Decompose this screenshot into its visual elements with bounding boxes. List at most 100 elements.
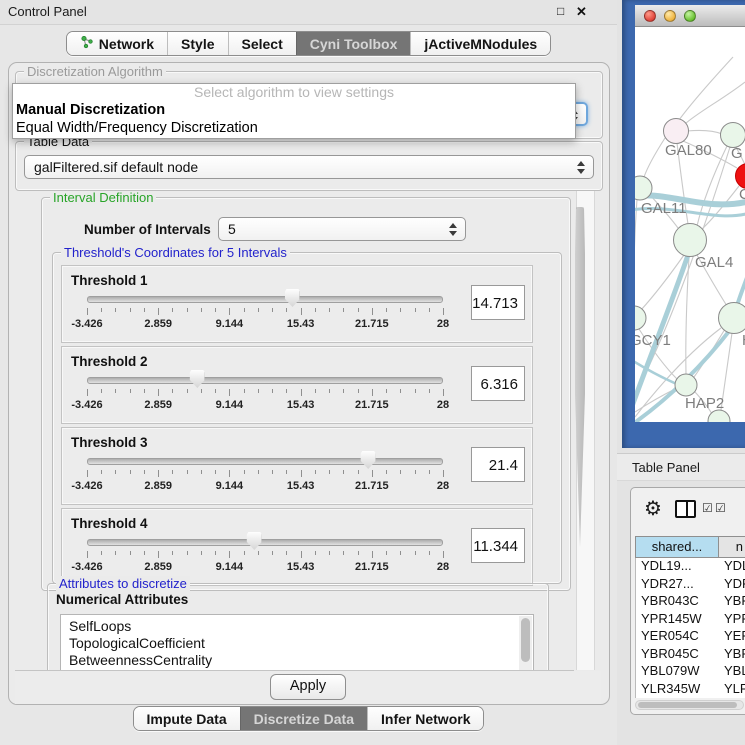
- tick-label: -3.426: [71, 318, 102, 330]
- threshold-value-box[interactable]: 11.344: [471, 528, 525, 563]
- attributes-list-scrollbar[interactable]: [519, 616, 532, 671]
- apply-row: Apply: [15, 671, 601, 704]
- node-g-partial[interactable]: [721, 123, 745, 148]
- slider-ticks: [87, 470, 443, 478]
- thresholds-group-label: Threshold's Coordinates for 5 Intervals: [61, 245, 290, 260]
- tick-label: 2.859: [144, 480, 172, 492]
- tab-label: Discretize Data: [254, 711, 354, 727]
- form-vertical-scrollbar[interactable]: [576, 191, 595, 670]
- minimize-traffic-light[interactable]: [664, 10, 676, 22]
- numerical-attributes-label: Numerical Attributes: [56, 592, 188, 607]
- threshold-slider[interactable]: -3.4262.8599.14415.4321.71528: [87, 428, 443, 504]
- threshold-value-box[interactable]: 14.713: [471, 285, 525, 320]
- tab-jactivemnodules[interactable]: jActiveMNodules: [410, 32, 550, 55]
- tick-label: -3.426: [71, 480, 102, 492]
- network-window: GAL80 G C GAL11 GAL4 GCY1 H HAP2: [635, 5, 745, 422]
- attribute-item[interactable]: TopologicalCoefficient: [69, 635, 533, 652]
- gear-icon[interactable]: ⚙: [644, 496, 662, 521]
- slider-track[interactable]: [87, 377, 443, 384]
- split-columns-icon[interactable]: [675, 500, 696, 518]
- table-row[interactable]: YPR145WYPR1: [636, 611, 745, 629]
- tick-label: 15.43: [287, 480, 315, 492]
- tab-label: jActiveMNodules: [424, 36, 537, 52]
- slider-thumb[interactable]: [190, 370, 205, 388]
- apply-button[interactable]: Apply: [270, 674, 346, 700]
- zoom-traffic-light[interactable]: [684, 10, 696, 22]
- popup-item[interactable]: Manual Discretization: [13, 101, 575, 119]
- num-intervals-select[interactable]: 5: [218, 217, 466, 241]
- popup-placeholder: Select algorithm to view settings: [13, 84, 575, 101]
- slider-track[interactable]: [87, 296, 443, 303]
- slider-track[interactable]: [87, 539, 443, 546]
- table-row[interactable]: YBR043CYBR0: [636, 593, 745, 611]
- close-traffic-light[interactable]: [644, 10, 656, 22]
- control-panel-titlebar: Control Panel □ ✕: [0, 0, 617, 25]
- table-row[interactable]: YDL19...YDL1: [636, 558, 745, 576]
- tab-discretize-data[interactable]: Discretize Data: [240, 707, 367, 730]
- node-gcy1[interactable]: [635, 306, 646, 330]
- cell-shared-name: YDL19...: [636, 558, 720, 576]
- column-header-name[interactable]: n: [719, 536, 745, 558]
- cell-name: YLR3: [720, 681, 745, 699]
- table-row[interactable]: YLR345WYLR3: [636, 681, 745, 699]
- node-red-selected[interactable]: [736, 164, 745, 189]
- network-window-titlebar: [635, 5, 745, 27]
- threshold-slider[interactable]: -3.4262.8599.14415.4321.71528: [87, 266, 443, 342]
- slider-thumb[interactable]: [247, 532, 262, 550]
- slider-thumb[interactable]: [361, 451, 376, 469]
- slider-tick-labels: -3.4262.8599.14415.4321.71528: [87, 480, 443, 492]
- tab-label: Select: [242, 36, 283, 52]
- attribute-item[interactable]: SelfLoops: [69, 618, 533, 635]
- node-label-gcy1: GCY1: [635, 332, 671, 349]
- tab-style[interactable]: Style: [167, 32, 227, 55]
- tick-label: 2.859: [144, 318, 172, 330]
- table-panel: ⚙ ☑ ☑ shared... n YDL19...YDL1YDR27...YD…: [630, 487, 745, 715]
- combo-arrows-icon: [449, 222, 458, 237]
- attribute-item[interactable]: BetweennessCentrality: [69, 652, 533, 669]
- table-data-select[interactable]: galFiltered.sif default node: [24, 155, 594, 179]
- checkbox-icon[interactable]: ☑: [702, 501, 713, 515]
- node-gal4[interactable]: [674, 224, 707, 257]
- network-canvas[interactable]: GAL80 G C GAL11 GAL4 GCY1 H HAP2: [635, 27, 745, 422]
- bottom-tab-bar: Impute Data Discretize Data Infer Network: [0, 706, 617, 731]
- tick-label: 15.43: [287, 318, 315, 330]
- node-hap2[interactable]: [675, 374, 697, 396]
- tab-impute-data[interactable]: Impute Data: [134, 707, 240, 730]
- tick-label: 21.715: [355, 399, 389, 411]
- threshold-slider[interactable]: -3.4262.8599.14415.4321.71528: [87, 509, 443, 585]
- tab-network[interactable]: Network: [67, 32, 167, 55]
- tick-label: 21.715: [355, 480, 389, 492]
- close-window-icon[interactable]: ✕: [576, 4, 587, 19]
- attributes-listbox[interactable]: SelfLoopsTopologicalCoefficientBetweenne…: [60, 614, 534, 671]
- checkbox-icon[interactable]: ☑: [715, 501, 726, 515]
- cell-shared-name: YBR045C: [636, 646, 720, 664]
- network-icon: [80, 35, 94, 52]
- node-label-gal11: GAL11: [641, 200, 687, 217]
- slider-thumb[interactable]: [285, 289, 300, 307]
- slider-tick-labels: -3.4262.8599.14415.4321.71528: [87, 318, 443, 330]
- node-gal80[interactable]: [664, 119, 689, 144]
- column-header-shared[interactable]: shared...: [635, 536, 719, 558]
- threshold-panel: Threshold 3 -3.4262.8599.14415.4321.7152…: [61, 427, 533, 505]
- tab-select[interactable]: Select: [228, 32, 296, 55]
- tab-cyni-toolbox[interactable]: Cyni Toolbox: [296, 32, 411, 55]
- threshold-value-box[interactable]: 6.316: [471, 366, 525, 401]
- slider-track[interactable]: [87, 458, 443, 465]
- table-row[interactable]: YBR045CYBR0: [636, 646, 745, 664]
- threshold-slider[interactable]: -3.4262.8599.14415.4321.71528: [87, 347, 443, 423]
- cell-name: YBR0: [720, 646, 745, 664]
- settings-scroll-area: Interval Definition Number of Intervals …: [15, 191, 574, 671]
- threshold-value-box[interactable]: 21.4: [471, 447, 525, 482]
- table-row[interactable]: YBL079WYBL0: [636, 663, 745, 681]
- table-horizontal-scrollbar[interactable]: [635, 700, 744, 710]
- tab-infer-network[interactable]: Infer Network: [367, 707, 483, 730]
- table-row[interactable]: YDR27...YDR2: [636, 576, 745, 594]
- popup-item[interactable]: Equal Width/Frequency Discretization: [13, 119, 575, 137]
- float-window-icon[interactable]: □: [557, 4, 564, 19]
- interval-definition-group: Interval Definition Number of Intervals …: [41, 197, 571, 591]
- cell-name: YDL1: [720, 558, 745, 576]
- cell-shared-name: YLR345W: [636, 681, 720, 699]
- table-row[interactable]: YER054CYER0: [636, 628, 745, 646]
- combo-arrows-icon: [577, 160, 586, 175]
- node-h-partial[interactable]: [719, 303, 745, 334]
